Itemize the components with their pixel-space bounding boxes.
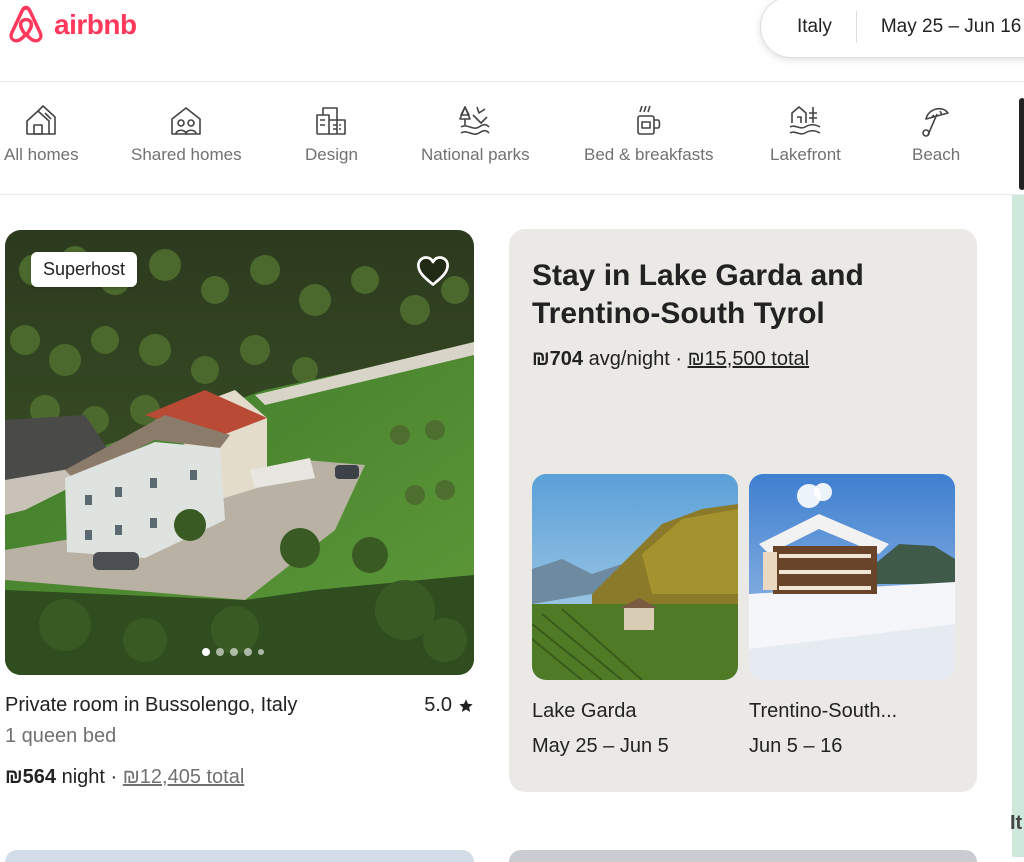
search-location[interactable]: Italy bbox=[761, 11, 857, 43]
shared-homes-icon bbox=[171, 107, 202, 135]
rating-value: 5.0 bbox=[424, 694, 452, 716]
map-panel[interactable] bbox=[1012, 195, 1024, 857]
carousel-dot[interactable] bbox=[216, 648, 224, 656]
listing-card[interactable]: Superhost Private room in Bussolengo, It… bbox=[5, 230, 474, 788]
listing-beds: 1 queen bed bbox=[5, 725, 117, 747]
trentino-photo[interactable] bbox=[749, 474, 955, 680]
price-unit: night bbox=[61, 766, 105, 788]
listing-photo-image bbox=[5, 230, 474, 675]
carousel-dot[interactable] bbox=[244, 648, 252, 656]
promo-total-link[interactable]: ₪15,500 total bbox=[688, 348, 810, 370]
listing-rating: 5.0 bbox=[424, 694, 474, 717]
category-scroll-edge bbox=[1019, 98, 1024, 190]
destination-name: Trentino-South... bbox=[749, 700, 898, 722]
listing-title: Private room in Bussolengo, Italy bbox=[5, 694, 298, 716]
star-icon bbox=[459, 698, 473, 712]
destination-dates: May 25 – Jun 5 bbox=[532, 735, 669, 757]
coffee-mug-icon bbox=[636, 105, 661, 135]
category-shared-homes[interactable]: Shared homes bbox=[131, 103, 242, 165]
destination-dates: Jun 5 – 16 bbox=[749, 735, 843, 757]
category-label: Beach bbox=[912, 145, 961, 164]
next-listing-card[interactable] bbox=[509, 850, 977, 862]
beach-umbrella-icon bbox=[922, 107, 949, 137]
airbnb-logo-icon bbox=[9, 5, 43, 43]
house-icon bbox=[26, 105, 57, 135]
destination-trentino[interactable]: Trentino-South... Jun 5 – 16 bbox=[749, 474, 955, 758]
promo-card[interactable]: Stay in Lake Garda and Trentino-South Ty… bbox=[509, 229, 977, 792]
superhost-badge: Superhost bbox=[31, 252, 138, 287]
destination-name: Lake Garda bbox=[532, 700, 637, 722]
carousel-dot[interactable] bbox=[202, 648, 210, 656]
category-lakefront[interactable]: Lakefront bbox=[770, 103, 841, 165]
carousel-dot[interactable] bbox=[230, 648, 238, 656]
category-label: Lakefront bbox=[770, 145, 841, 164]
price-amount: ₪564 bbox=[5, 766, 57, 788]
category-bar: All homes Shared homes Design National p… bbox=[0, 83, 1024, 195]
airbnb-wordmark: airbnb bbox=[54, 9, 137, 40]
design-building-icon bbox=[316, 107, 347, 135]
search-bar[interactable]: Italy May 25 – Jun 16 bbox=[760, 0, 1024, 58]
lake-garda-photo[interactable] bbox=[532, 474, 738, 680]
lakefront-icon bbox=[790, 106, 821, 135]
category-bed-and-breakfasts[interactable]: Bed & breakfasts bbox=[584, 103, 713, 165]
top-header: airbnb Italy May 25 – Jun 16 bbox=[0, 0, 1024, 82]
national-parks-icon bbox=[459, 106, 490, 135]
map-label: It bbox=[1010, 812, 1023, 834]
category-national-parks[interactable]: National parks bbox=[421, 103, 530, 165]
search-dates[interactable]: May 25 – Jun 16 bbox=[857, 16, 1021, 38]
price-separator: · bbox=[110, 766, 118, 788]
category-design[interactable]: Design bbox=[305, 103, 358, 165]
category-label: National parks bbox=[421, 145, 530, 164]
promo-price-separator: · bbox=[675, 348, 683, 370]
category-label: Shared homes bbox=[131, 145, 242, 164]
heart-icon[interactable] bbox=[415, 254, 451, 288]
category-label: All homes bbox=[4, 145, 79, 164]
promo-price-amount: ₪704 bbox=[532, 348, 584, 370]
carousel-dot[interactable] bbox=[258, 649, 264, 655]
airbnb-logo[interactable]: airbnb bbox=[4, 2, 137, 48]
category-label: Design bbox=[305, 145, 358, 164]
price-total-link[interactable]: ₪12,405 total bbox=[123, 766, 245, 788]
promo-title: Stay in Lake Garda and Trentino-South Ty… bbox=[532, 259, 864, 330]
promo-price-unit: avg/night bbox=[588, 348, 670, 370]
category-beach[interactable]: Beach bbox=[912, 103, 960, 165]
category-all-homes[interactable]: All homes bbox=[4, 103, 79, 165]
category-label: Bed & breakfasts bbox=[584, 145, 714, 164]
next-listing-card[interactable] bbox=[5, 850, 474, 862]
photo-carousel-dots[interactable] bbox=[202, 648, 264, 656]
destination-lake-garda[interactable]: Lake Garda May 25 – Jun 5 bbox=[532, 474, 738, 758]
promo-price: ₪704 avg/night · ₪15,500 total bbox=[532, 348, 809, 371]
listing-photo[interactable]: Superhost bbox=[5, 230, 474, 675]
listing-price: ₪564 night · ₪12,405 total bbox=[5, 766, 244, 789]
